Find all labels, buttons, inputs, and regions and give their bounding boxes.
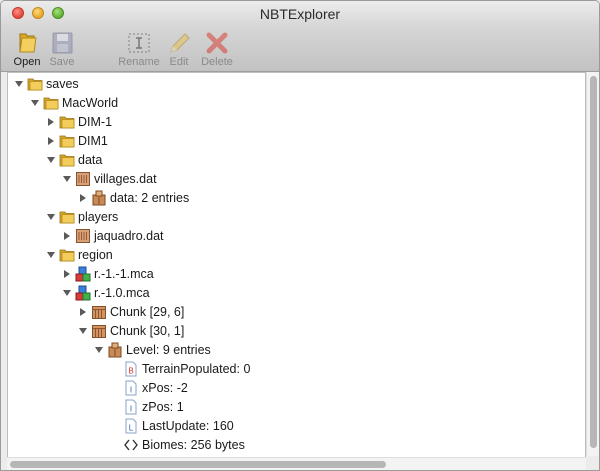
tree-row-label: MacWorld — [62, 96, 119, 110]
tree-row[interactable]: DIM1 — [8, 132, 585, 151]
svg-text:I: I — [130, 405, 132, 414]
tree-row[interactable]: Biomes: 256 bytes — [8, 436, 585, 455]
tree-row[interactable]: villages.dat — [8, 170, 585, 189]
tree-row[interactable]: L LastUpdate: 160 — [8, 417, 585, 436]
int-tag-icon: I — [123, 399, 139, 415]
tree-row-label: Chunk [29, 6] — [110, 305, 185, 319]
delete-button[interactable]: Delete — [197, 31, 237, 68]
folder-icon — [59, 133, 75, 149]
folder-icon — [59, 209, 75, 225]
floppy-disk-icon — [49, 31, 75, 55]
tree-row-label: r.-1.0.mca — [94, 286, 150, 300]
tree-row[interactable]: IxPos: -2 — [8, 379, 585, 398]
byte-tag-icon: B — [123, 361, 139, 377]
folder-icon — [59, 152, 75, 168]
tree-row[interactable]: DIM-1 — [8, 113, 585, 132]
folder-icon — [59, 114, 75, 130]
nbt-file-icon — [75, 228, 91, 244]
tree-row[interactable]: IzPos: 1 — [8, 398, 585, 417]
tree-row-label: DIM1 — [78, 134, 108, 148]
tree-row-label: Chunk [30, 1] — [110, 324, 185, 338]
folder-icon — [43, 95, 59, 111]
tree-row-label: players — [78, 210, 119, 224]
svg-text:B: B — [128, 367, 133, 376]
disclosure-collapsed-icon[interactable] — [62, 231, 72, 241]
save-button[interactable]: Save — [42, 31, 82, 68]
disclosure-collapsed-icon[interactable] — [78, 193, 88, 203]
chunk-icon — [91, 304, 107, 320]
rename-button[interactable]: Rename — [117, 31, 161, 68]
rename-icon — [126, 31, 152, 55]
tree-row[interactable]: B TerrainPopulated: 0 — [8, 360, 585, 379]
title-bar: NBTExplorer — [1, 1, 599, 27]
disclosure-expanded-icon[interactable] — [62, 288, 72, 298]
tree-row-label: region — [78, 248, 113, 262]
tree-row[interactable]: saves — [8, 75, 585, 94]
disclosure-collapsed-icon[interactable] — [78, 307, 88, 317]
tree-row-label: DIM-1 — [78, 115, 113, 129]
tree-row[interactable]: MacWorld — [8, 94, 585, 113]
disclosure-expanded-icon[interactable] — [14, 79, 24, 89]
tree-row[interactable]: Chunk [30, 1] — [8, 322, 585, 341]
disclosure-expanded-icon[interactable] — [46, 155, 56, 165]
disclosure-collapsed-icon[interactable] — [62, 269, 72, 279]
region-file-icon — [75, 285, 91, 301]
disclosure-expanded-icon[interactable] — [30, 98, 40, 108]
disclosure-expanded-icon[interactable] — [94, 345, 104, 355]
tree-row-label: villages.dat — [94, 172, 157, 186]
nbt-tree-view[interactable]: saves MacWorld DIM-1 DIM1 data villages.dat da… — [7, 72, 586, 458]
compound-tag-icon — [107, 342, 123, 358]
tree-row[interactable]: Level: 9 entries — [8, 341, 585, 360]
compound-tag-icon — [91, 190, 107, 206]
tree-row[interactable]: r.-1.-1.mca — [8, 265, 585, 284]
folder-icon — [27, 76, 43, 92]
tree-row-label: data: 2 entries — [110, 191, 190, 205]
folder-icon — [59, 247, 75, 263]
svg-text:I: I — [130, 386, 132, 395]
tree-row[interactable]: players — [8, 208, 585, 227]
svg-text:L: L — [129, 424, 134, 433]
tree-row-label: saves — [46, 77, 79, 91]
tree-row-label: TerrainPopulated: 0 — [142, 362, 251, 376]
tree-row[interactable]: data — [8, 151, 585, 170]
vertical-scroll-thumb[interactable] — [590, 76, 597, 448]
disclosure-collapsed-icon[interactable] — [46, 136, 56, 146]
open-folder-icon — [14, 31, 40, 55]
horizontal-scroll-thumb[interactable] — [10, 461, 386, 468]
tree-row-label: xPos: -2 — [142, 381, 188, 395]
tree-row[interactable]: region — [8, 246, 585, 265]
nbt-file-icon — [75, 171, 91, 187]
int-tag-icon: I — [123, 380, 139, 396]
tree-row[interactable]: jaquadro.dat — [8, 227, 585, 246]
window-title: NBTExplorer — [259, 6, 341, 22]
tree-row-label: Biomes: 256 bytes — [142, 438, 245, 452]
toolbar: Open Save Rename Edit Delete — [1, 27, 599, 72]
delete-x-icon — [204, 31, 230, 55]
tree-row[interactable]: data: 2 entries — [8, 189, 585, 208]
disclosure-expanded-icon[interactable] — [46, 212, 56, 222]
disclosure-expanded-icon[interactable] — [62, 174, 72, 184]
tree-row-label: data — [78, 153, 103, 167]
disclosure-expanded-icon[interactable] — [46, 250, 56, 260]
edit-button[interactable]: Edit — [159, 31, 199, 68]
tree-row-label: Level: 9 entries — [126, 343, 211, 357]
open-button[interactable]: Open — [7, 31, 47, 68]
byte-array-tag-icon — [123, 437, 139, 453]
horizontal-scrollbar[interactable] — [7, 457, 586, 470]
disclosure-collapsed-icon[interactable] — [46, 117, 56, 127]
tree-row[interactable]: r.-1.0.mca — [8, 284, 585, 303]
tree-row-label: jaquadro.dat — [94, 229, 164, 243]
tree-row-label: r.-1.-1.mca — [94, 267, 154, 281]
pencil-icon — [166, 31, 192, 55]
tree-row-label: LastUpdate: 160 — [142, 419, 234, 433]
long-tag-icon: L — [123, 418, 139, 434]
app-window: NBTExplorer Open Save Rename Edit Delete… — [0, 0, 600, 471]
region-file-icon — [75, 266, 91, 282]
disclosure-expanded-icon[interactable] — [78, 326, 88, 336]
tree-row-label: zPos: 1 — [142, 400, 184, 414]
tree-row[interactable]: Chunk [29, 6] — [8, 303, 585, 322]
vertical-scrollbar[interactable] — [586, 72, 599, 456]
chunk-icon — [91, 323, 107, 339]
